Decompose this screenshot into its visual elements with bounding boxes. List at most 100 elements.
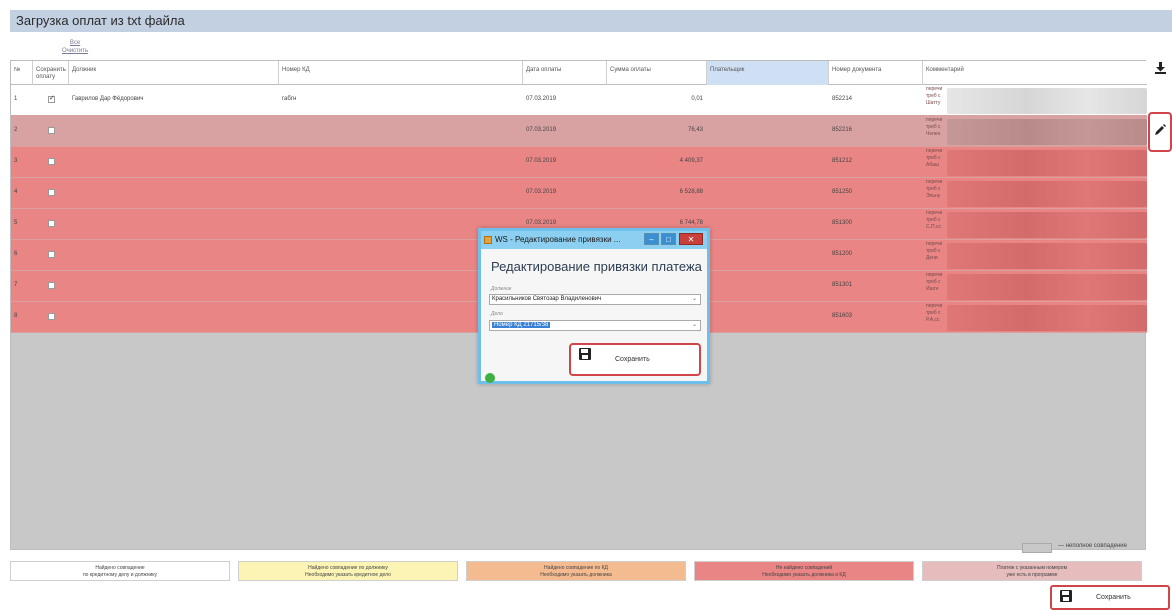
header-document-number[interactable]: Номер документа: [829, 61, 923, 85]
cell-comment: перечи треб с Дени: [926, 241, 946, 262]
download-icon[interactable]: [1155, 62, 1166, 77]
redacted-comment: [947, 150, 1147, 176]
legend-line: Необходимо указать должника и КД: [762, 572, 846, 578]
dialog-save-button[interactable]: Сохранить: [569, 343, 701, 376]
header-kd-number[interactable]: Номер КД: [279, 61, 523, 85]
comment-line: треб с: [926, 217, 941, 223]
redacted-comment: [947, 119, 1147, 145]
case-select[interactable]: Номер КД 21715/38 ⌄: [489, 320, 701, 331]
minimize-button[interactable]: –: [644, 233, 659, 245]
cell-debtor: [69, 147, 279, 178]
legend-line: Необходимо указать кредитное дело: [305, 572, 391, 578]
comment-line: треб с: [926, 155, 941, 161]
comment-line: треб с: [926, 248, 941, 254]
save-payment-checkbox[interactable]: [48, 127, 55, 134]
comment-line: перечи: [926, 86, 943, 92]
cell-document-number: 851212: [832, 158, 853, 164]
cell-document-number: 852216: [832, 127, 853, 133]
cell-comment: перечи треб с Абаш: [926, 148, 946, 169]
cell-payer: [707, 209, 829, 240]
comment-line: перечи: [926, 179, 943, 185]
table-row[interactable]: 2 07.03.2019 76,43 852216 перечи треб с Челен: [11, 116, 1147, 147]
partial-match-note: — неполное совпадение: [1058, 543, 1127, 549]
comment-line: треб с: [926, 186, 941, 192]
partial-match-swatch: [1022, 543, 1052, 553]
cell-kd-number: габгн: [282, 96, 297, 102]
header-comment[interactable]: Комментарий: [923, 61, 1147, 85]
comment-line: перечи: [926, 272, 943, 278]
cell-debtor: Гаврилов Дар Фёдорович: [72, 96, 144, 102]
floppy-disk-icon: [579, 348, 591, 363]
table-row[interactable]: 3 07.03.2019 4 409,37 851212 перечи треб с Аба…: [11, 147, 1147, 178]
save-button[interactable]: Сохранить: [1050, 585, 1170, 610]
comment-line: С.П.сс: [926, 224, 941, 230]
comment-line: Иште: [926, 286, 939, 292]
comment-line: Шатту: [926, 100, 941, 106]
save-button-label: Сохранить: [1096, 594, 1131, 601]
cell-document-number: 851200: [832, 251, 853, 257]
cell-comment: перечи треб с Шатту: [926, 86, 946, 107]
header-payment-amount[interactable]: Сумма оплаты: [607, 61, 707, 85]
cell-document-number: 851250: [832, 189, 853, 195]
header-payment-date[interactable]: Дата оплаты: [523, 61, 607, 85]
comment-line: перечи: [926, 303, 943, 309]
cell-payment-date: 07.03.2019: [526, 96, 557, 102]
cell-payment-date: 07.03.2019: [526, 127, 557, 133]
maximize-button[interactable]: □: [661, 233, 676, 245]
save-payment-checkbox[interactable]: [48, 313, 55, 320]
legend-line: Платеж с указанным номером: [996, 565, 1068, 571]
debtor-field-label: Должник: [491, 286, 512, 292]
table-row[interactable]: 1 Гаврилов Дар Фёдорович габгн 07.03.2019 0,…: [11, 85, 1147, 116]
cell-debtor: [69, 178, 279, 209]
legend-line: Найдено совпадение по КД: [544, 565, 608, 571]
debtor-select[interactable]: Красильников Святозар Владиленович ⌄: [489, 294, 701, 305]
page-title: Загрузка оплат из txt файла: [10, 10, 1172, 32]
table-row[interactable]: 4 07.03.2019 6 528,88 851250 перечи треб с Эль…: [11, 178, 1147, 209]
save-payment-checkbox[interactable]: [48, 220, 55, 227]
close-button[interactable]: ✕: [679, 233, 703, 245]
clear-selection-link[interactable]: Очистить: [62, 47, 88, 55]
cell-kd-number: [279, 147, 523, 178]
cell-payment-amount: 76,43: [687, 127, 703, 133]
save-payment-checkbox[interactable]: [48, 158, 55, 165]
cell-comment: перечи треб с Эльну: [926, 179, 946, 200]
legend-line: Найдено совпадение: [95, 565, 145, 571]
comment-line: треб с: [926, 310, 941, 316]
redacted-comment: [947, 181, 1147, 207]
cell-number: 1: [14, 96, 18, 102]
header-save-payment[interactable]: Сохранить оплату: [33, 61, 69, 85]
cell-debtor: [69, 209, 279, 240]
cell-payment-amount: 0,01: [691, 96, 703, 102]
cell-payment-amount: 6 528,88: [679, 189, 703, 195]
legend-item: Найдено совпадение по должнику Необходимо…: [238, 561, 458, 581]
comment-line: Челен: [926, 131, 941, 137]
select-all-link[interactable]: Все: [62, 39, 88, 47]
save-payment-checkbox[interactable]: [48, 94, 55, 103]
case-select-value: Номер КД 21715/38: [492, 322, 551, 328]
comment-line: треб с: [926, 93, 941, 99]
cell-number: 4: [14, 189, 18, 195]
save-payment-checkbox[interactable]: [48, 189, 55, 196]
cell-payment-amount: 4 409,37: [679, 158, 703, 164]
comment-line: перечи: [926, 241, 943, 247]
header-payer[interactable]: Плательщик: [707, 61, 829, 85]
legend-line: Необходимо указать должника: [540, 572, 612, 578]
cell-kd-number: [279, 116, 523, 147]
comment-line: треб с: [926, 279, 941, 285]
cell-document-number: 851603: [832, 313, 853, 319]
cell-debtor: [69, 240, 279, 271]
header-debtor[interactable]: Должник: [69, 61, 279, 85]
pencil-icon[interactable]: [1155, 124, 1166, 138]
redacted-comment: [947, 88, 1147, 114]
comment-line: Эльну: [926, 193, 941, 199]
save-payment-checkbox[interactable]: [48, 251, 55, 258]
legend-line: Не найдено совпадений: [775, 565, 833, 571]
selection-links: Все Очистить: [62, 39, 88, 55]
legend-line: по кредитному делу и должнику: [82, 572, 158, 578]
comment-line: перечи: [926, 117, 943, 123]
grid-header: № Сохранить оплату Должник Номер КД Дата…: [11, 61, 1147, 85]
cell-number: 3: [14, 158, 18, 164]
save-payment-checkbox[interactable]: [48, 282, 55, 289]
dialog-title: WS - Редактирование привязки ...: [495, 235, 621, 244]
header-number[interactable]: №: [11, 61, 33, 85]
